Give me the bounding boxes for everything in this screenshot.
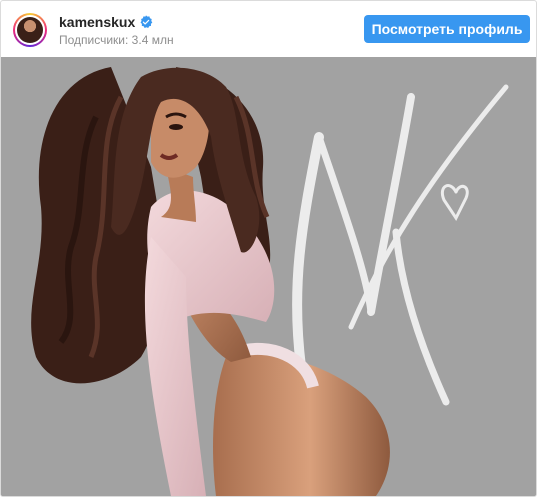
followers-count: Подписчики: 3.4 млн xyxy=(59,33,174,47)
post-header: kamenskux Подписчики: 3.4 млн Посмотреть… xyxy=(1,1,536,57)
instagram-embed: kamenskux Подписчики: 3.4 млн Посмотреть… xyxy=(0,0,537,497)
username-link[interactable]: kamenskux xyxy=(59,14,135,30)
verified-badge-icon xyxy=(140,15,153,28)
avatar[interactable] xyxy=(13,13,47,47)
username-row: kamenskux xyxy=(59,14,153,30)
eye xyxy=(169,124,183,130)
avatar-image xyxy=(17,17,43,43)
view-profile-button[interactable]: Посмотреть профиль xyxy=(364,15,530,43)
post-illustration xyxy=(1,57,536,496)
avatar-frame xyxy=(15,15,45,45)
post-media[interactable] xyxy=(1,57,536,496)
